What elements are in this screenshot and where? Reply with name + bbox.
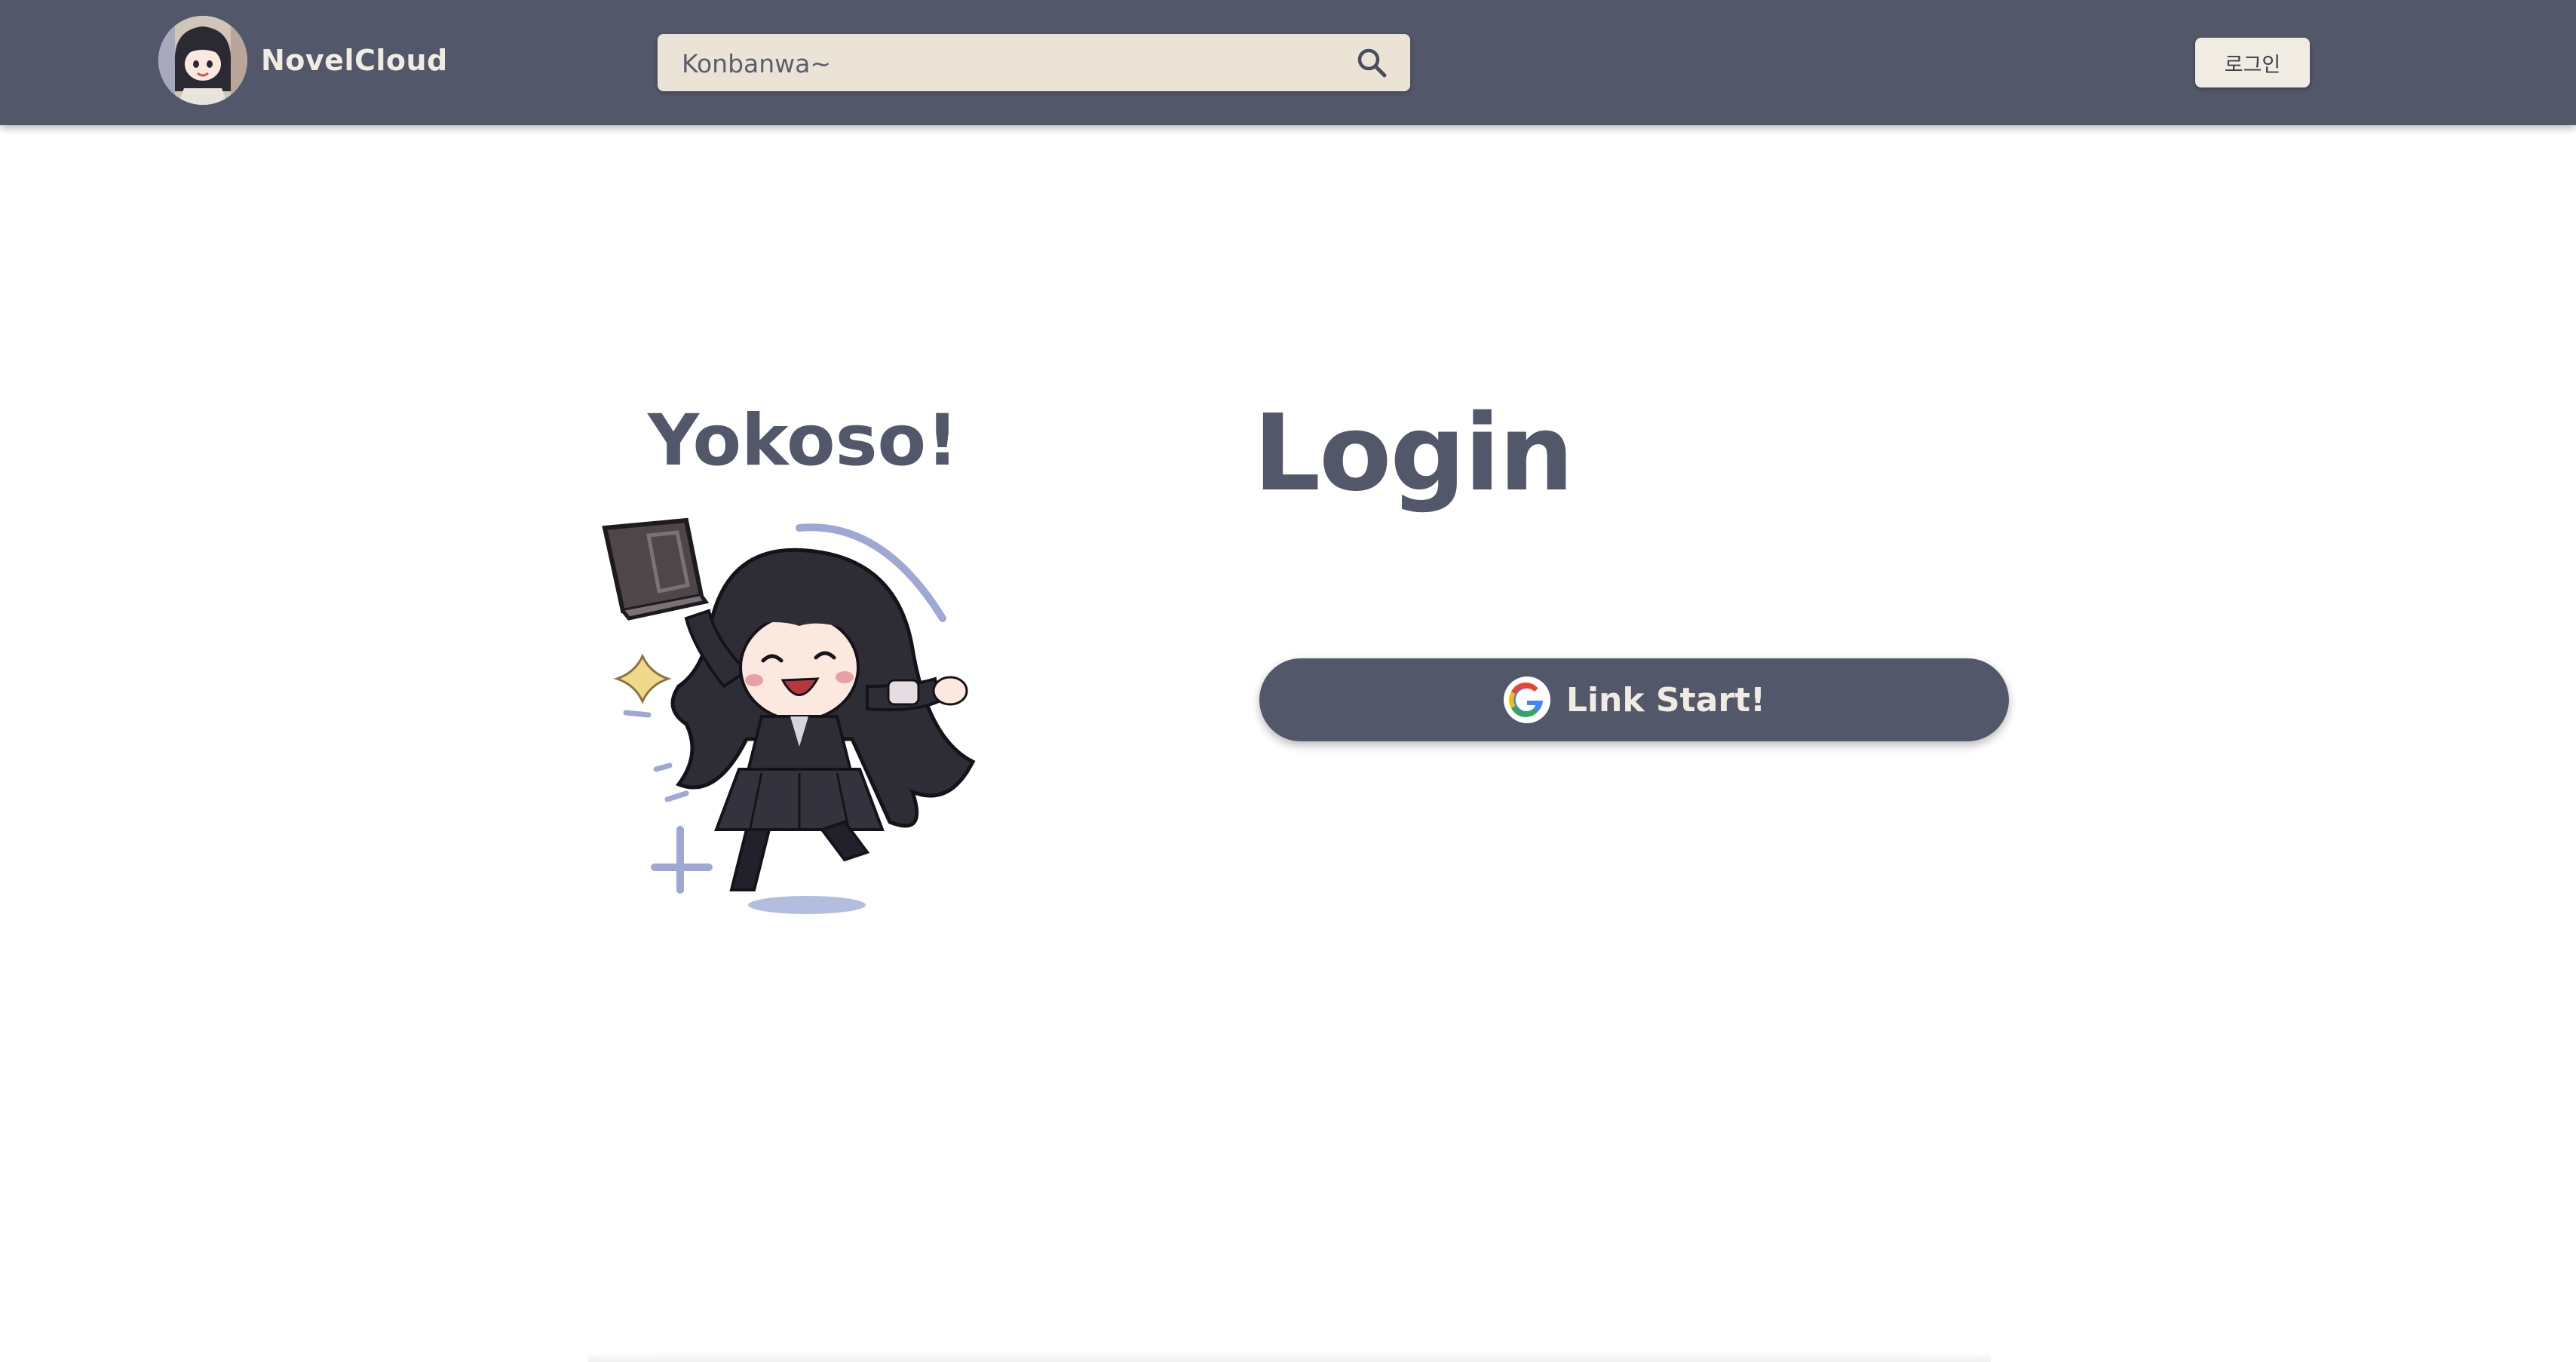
- search-input[interactable]: [680, 34, 1339, 93]
- welcome-heading: Yokoso!: [648, 400, 958, 482]
- google-icon: [1503, 676, 1550, 723]
- google-login-button[interactable]: Link Start!: [1259, 658, 2009, 741]
- mascot-illustration: [602, 517, 976, 914]
- top-navbar: NovelCloud 로그인: [0, 0, 2576, 125]
- brand-logo-link[interactable]: NovelCloud: [158, 14, 448, 107]
- header-login-button[interactable]: 로그인: [2195, 38, 2310, 87]
- search-icon[interactable]: [1356, 47, 1388, 78]
- login-title: Login: [1253, 392, 1574, 515]
- brand-name: NovelCloud: [261, 44, 448, 77]
- google-login-label: Link Start!: [1566, 680, 1766, 719]
- search-bar: [658, 34, 1410, 93]
- logo-avatar: [158, 16, 247, 105]
- footer-shadow: [588, 1350, 1991, 1362]
